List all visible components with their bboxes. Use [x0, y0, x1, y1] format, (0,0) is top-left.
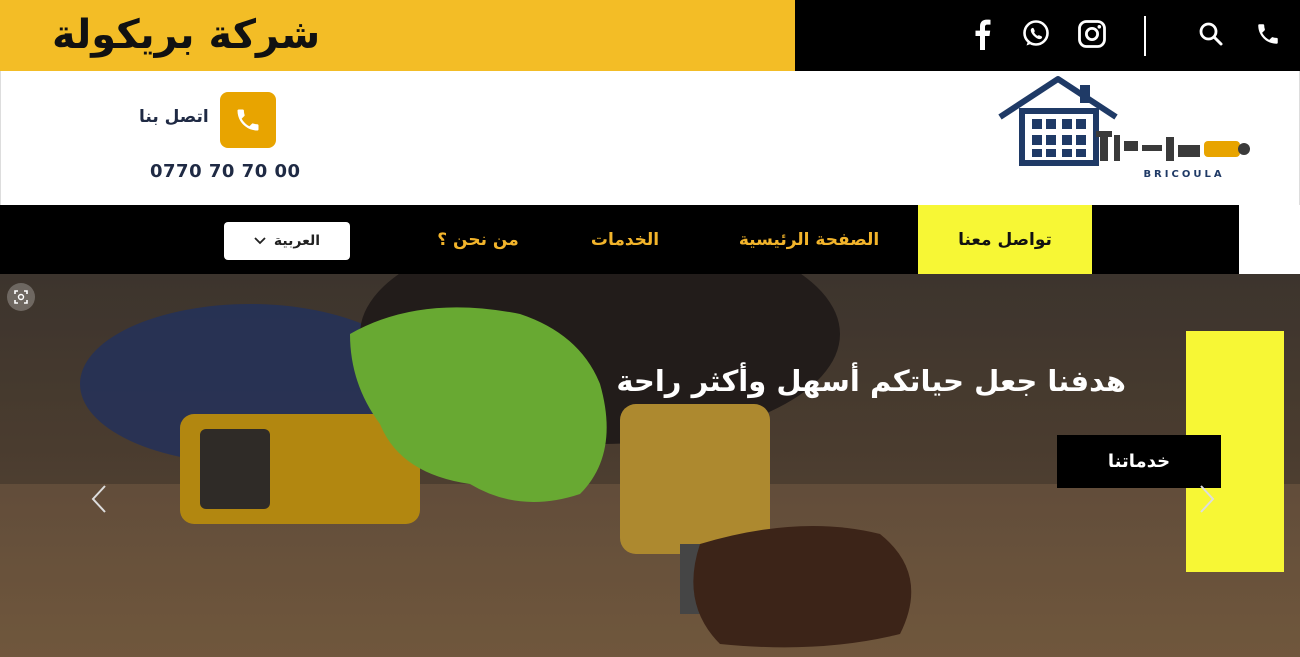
nav-item-contact[interactable]: تواصل معنا [918, 205, 1092, 274]
nav-item-home[interactable]: الصفحة الرئيسية [722, 205, 896, 274]
language-value: العربية [273, 233, 321, 249]
chevron-down-icon [254, 233, 266, 249]
main-nav: تواصل معنا الصفحة الرئيسية الخدمات من نح… [0, 205, 1239, 274]
brand-name: شركة بريكولة [52, 12, 321, 58]
brand-banner: شركة بريكولة [0, 0, 795, 71]
phone-number[interactable]: 0770 70 70 00 [150, 161, 301, 182]
top-bar: شركة بريكولة [0, 0, 1300, 71]
phone-icon [237, 109, 259, 131]
site-logo[interactable]: BRICOULA [996, 75, 1256, 185]
top-divider [1144, 16, 1146, 56]
chevron-left-icon[interactable] [84, 479, 114, 519]
phone-icon[interactable] [1252, 18, 1284, 50]
contact-label: اتصل بنا [139, 107, 209, 127]
hero-heading: هدفنا جعل حياتكم أسهل وأكثر راحة [616, 364, 1126, 398]
instagram-icon[interactable] [1076, 18, 1108, 50]
nav-item-about[interactable]: من نحن ؟ [420, 205, 536, 274]
facebook-icon[interactable] [966, 18, 998, 50]
contact-phone-button[interactable] [220, 92, 276, 148]
site-header: BRICOULA اتصل بنا 0770 70 70 00 [0, 71, 1300, 205]
nav-item-services[interactable]: الخدمات [570, 205, 680, 274]
image-scan-icon[interactable] [7, 283, 35, 311]
chevron-right-icon[interactable] [1192, 479, 1222, 519]
whatsapp-icon[interactable] [1020, 18, 1052, 50]
language-select[interactable]: العربية [224, 222, 350, 260]
logo-caption: BRICOULA [1143, 169, 1224, 180]
hero-slider: هدفنا جعل حياتكم أسهل وأكثر راحة خدماتنا [0, 274, 1300, 657]
search-icon[interactable] [1195, 18, 1227, 50]
